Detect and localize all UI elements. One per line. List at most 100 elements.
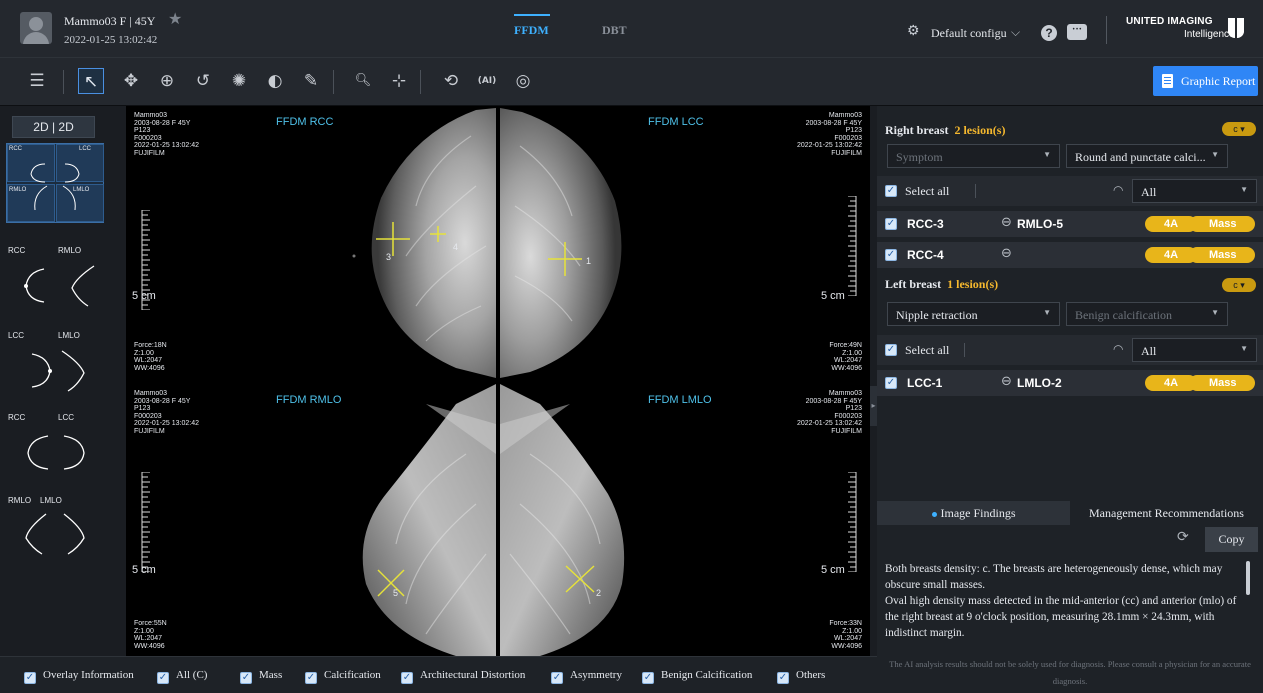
brand-name: UNITED IMAGING: [1126, 16, 1213, 27]
density-badge[interactable]: c ▾: [1222, 122, 1256, 136]
graphic-report-button[interactable]: Graphic Report: [1153, 66, 1258, 96]
crosshair-icon[interactable]: ⊹: [386, 68, 412, 94]
lesion-checkbox[interactable]: ✓: [885, 218, 897, 230]
filter-others[interactable]: ✓ Others: [777, 669, 825, 684]
foot-line: WW:4096: [831, 642, 862, 650]
lesion-row[interactable]: ✓ LCC-1 ⊖ LMLO-2 4A Mass: [877, 370, 1263, 396]
section-title: Left breast: [885, 277, 942, 291]
viewport-lcc[interactable]: FFDM LCC Mammo03 2003-08-28 F 45Y P123 F…: [500, 106, 870, 380]
rotate-icon[interactable]: ↺: [190, 68, 216, 94]
filter-label: Benign Calcification: [661, 669, 753, 681]
checkbox[interactable]: ✓: [642, 672, 654, 684]
pointer-icon[interactable]: ↖: [78, 68, 104, 94]
filter-calcification[interactable]: ✓ Calcification: [305, 669, 381, 684]
viewer-footer-info: Force:18N Z:1.00 WL:2047 WW:4096: [134, 342, 167, 372]
lesion-type-badge[interactable]: Mass: [1189, 247, 1255, 263]
foot-line: Z:1.00: [134, 349, 154, 357]
linked-lesion: LMLO-2: [1017, 376, 1062, 390]
layout-4-up[interactable]: RCC LCC RMLO LMLO: [6, 143, 104, 223]
chat-icon[interactable]: ···: [1067, 24, 1087, 40]
viewport-lmlo[interactable]: FFDM LMLO Mammo03 2003-08-28 F 45Y P123 …: [500, 384, 870, 658]
checkbox[interactable]: ✓: [305, 672, 317, 684]
layout-panel: 2D | 2D RCC LCC RMLO LMLO RCC RMLO LCC L…: [0, 106, 126, 656]
zoom-icon[interactable]: ⊕: [154, 68, 180, 94]
filter-asymmetry[interactable]: ✓ Asymmetry: [551, 669, 622, 684]
lesion-checkbox[interactable]: ✓: [885, 249, 897, 261]
list-icon[interactable]: ☰: [24, 68, 50, 94]
tab-management-recommendations[interactable]: Management Recommendations: [1070, 501, 1263, 525]
foot-line: WL:2047: [833, 357, 862, 364]
link-icon[interactable]: ⊖: [1001, 246, 1012, 261]
select-all-checkbox[interactable]: ✓: [885, 185, 897, 197]
lesion-markers: [548, 242, 582, 276]
link-icon[interactable]: ⊖: [1001, 374, 1012, 389]
lesion-type-badge[interactable]: Mass: [1189, 375, 1255, 391]
caret-down-icon: ▼: [1043, 308, 1051, 317]
ai-icon[interactable]: (AI): [474, 68, 500, 94]
viewport-rcc[interactable]: Mammo03 2003-08-28 F 45Y P123 F000203 20…: [126, 106, 496, 380]
filter-benign-calcification[interactable]: ✓ Benign Calcification: [642, 669, 752, 684]
filter-mass[interactable]: ✓ Mass: [240, 669, 282, 684]
lesion-checkbox[interactable]: ✓: [885, 377, 897, 389]
select-all-checkbox[interactable]: ✓: [885, 344, 897, 356]
app-window: Mammo03 F | 45Y 2022-01-25 13:02:42 ★ FF…: [0, 0, 1263, 693]
help-icon[interactable]: ?: [1041, 25, 1057, 41]
symptom-select[interactable]: Symptom ▼: [887, 144, 1060, 168]
foot-line: Force:49N: [829, 342, 862, 349]
favorite-star-icon[interactable]: ★: [168, 9, 182, 29]
toolbar-divider: [333, 70, 334, 94]
viewport-rmlo[interactable]: Mammo03 2003-08-28 F 45Y P123 F000203 20…: [126, 384, 496, 658]
filter-select[interactable]: All ▼: [1132, 179, 1257, 203]
lesion-type-badge[interactable]: Mass: [1189, 216, 1255, 232]
copy-button[interactable]: Copy: [1205, 527, 1258, 552]
checkbox[interactable]: ✓: [24, 672, 36, 684]
filter-overlay-information[interactable]: ✓ Overlay Information: [24, 669, 134, 684]
refresh-icon[interactable]: ⟳: [1177, 529, 1189, 545]
patient-avatar-icon: [20, 12, 52, 44]
density-badge[interactable]: c ▾: [1222, 278, 1256, 292]
link-icon[interactable]: ⊖: [1001, 215, 1012, 230]
findings-scrollbar[interactable]: [1246, 561, 1250, 595]
pan-icon[interactable]: ✥: [118, 68, 144, 94]
collapse-panel-handle[interactable]: ▸: [870, 386, 877, 426]
layout-left-breast[interactable]: LCC LMLO: [6, 329, 104, 409]
filter-all[interactable]: ✓ All (C): [157, 669, 207, 684]
lesion-row[interactable]: ✓ RCC-3 ⊖ RMLO-5 4A Mass: [877, 211, 1263, 237]
tab-dbt[interactable]: DBT: [602, 23, 627, 38]
lesion-row[interactable]: ✓ RCC-4 ⊖ 4A Mass: [877, 242, 1263, 268]
config-select[interactable]: Default configu: [931, 26, 1007, 41]
layout-right-breast[interactable]: RCC RMLO: [6, 244, 104, 324]
image-viewer-grid: Mammo03 2003-08-28 F 45Y P123 F000203 20…: [126, 106, 870, 658]
checkbox[interactable]: ✓: [551, 672, 563, 684]
zoom-2x-icon[interactable]: 🔍︎: [350, 68, 376, 94]
caret-down-icon: ▼: [1240, 185, 1248, 194]
ruler-icon[interactable]: ✎: [298, 68, 324, 94]
calcification-select[interactable]: Round and punctate calci... ▼: [1066, 144, 1228, 168]
select-value: Symptom: [896, 150, 943, 164]
calcification-select[interactable]: Benign calcification ▼: [1066, 302, 1228, 326]
invert-icon[interactable]: ◐: [262, 68, 288, 94]
target-icon[interactable]: ◎: [510, 68, 536, 94]
checkbox[interactable]: ✓: [157, 672, 169, 684]
checkbox[interactable]: ✓: [401, 672, 413, 684]
layout-cc[interactable]: RCC LCC: [6, 411, 104, 491]
checkbox[interactable]: ✓: [240, 672, 252, 684]
filter-select[interactable]: All ▼: [1132, 338, 1257, 362]
reset-view-icon[interactable]: ⟲: [438, 68, 464, 94]
lesion-name: LCC-1: [907, 376, 943, 390]
symptom-select[interactable]: Nipple retraction ▼: [887, 302, 1060, 326]
gear-icon[interactable]: ⚙: [907, 25, 921, 39]
lesion-number: 2: [596, 588, 602, 598]
select-value: Benign calcification: [1075, 308, 1172, 322]
layout-mlo[interactable]: RMLO LMLO: [6, 494, 104, 574]
chevron-down-icon[interactable]: ⌵: [1011, 25, 1020, 40]
tab-image-findings[interactable]: Image Findings: [877, 501, 1070, 525]
brightness-icon[interactable]: ✺: [226, 68, 252, 94]
findings-text: Both breasts density: c. The breasts are…: [885, 563, 1237, 639]
mode-toggle[interactable]: 2D | 2D: [12, 116, 95, 138]
filter-architectural-distortion[interactable]: ✓ Architectural Distortion: [401, 669, 525, 684]
patient-name: Mammo03 F | 45Y: [64, 14, 156, 28]
checkbox[interactable]: ✓: [777, 672, 789, 684]
lesion-count: 2 lesion(s): [954, 123, 1006, 137]
tab-ffdm[interactable]: FFDM: [514, 23, 549, 38]
